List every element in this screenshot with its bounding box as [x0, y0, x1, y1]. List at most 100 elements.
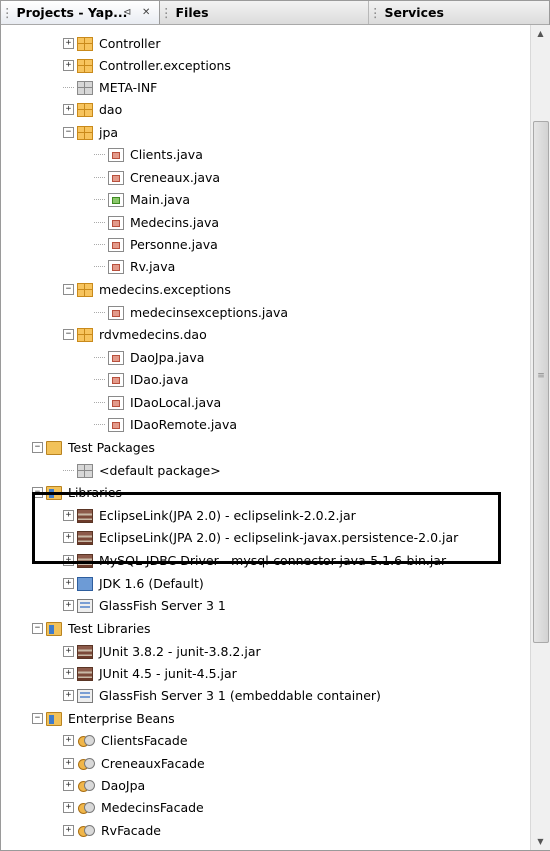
tree-node-label: Test Packages [68, 440, 155, 455]
libraries-highlight-box [32, 492, 501, 564]
tree-node-label: medecins.exceptions [99, 282, 231, 297]
tree-node[interactable]: medecinsexceptions.java [94, 302, 288, 323]
tree-node-label: MedecinsFacade [101, 800, 204, 815]
package-icon [77, 327, 93, 342]
tree-node[interactable]: + GlassFish Server 3 1 [63, 595, 226, 616]
expand-icon[interactable]: + [63, 780, 74, 791]
bean-icon [77, 733, 95, 749]
vertical-scrollbar[interactable]: ▲ ≡ ▼ [530, 25, 550, 850]
tree-node[interactable]: + DaoJpa [63, 775, 145, 796]
tree-node[interactable]: + Controller.exceptions [63, 55, 231, 76]
expand-icon[interactable]: + [63, 690, 74, 701]
tree-node[interactable]: + MedecinsFacade [63, 797, 204, 818]
collapse-icon[interactable]: − [63, 127, 74, 138]
tab-services[interactable]: ⋮ Services [369, 1, 549, 24]
scroll-up-button[interactable]: ▲ [531, 25, 550, 42]
expand-icon[interactable]: + [63, 668, 74, 679]
expand-icon[interactable]: + [63, 38, 74, 49]
tree-connector [94, 357, 105, 358]
bean-icon [77, 778, 95, 794]
tree-node[interactable]: Creneaux.java [94, 167, 220, 188]
tree-node[interactable]: + GlassFish Server 3 1 (embeddable contai… [63, 685, 381, 706]
tree-node-label: META-INF [99, 80, 158, 95]
collapse-icon[interactable]: − [63, 284, 74, 295]
tree-node[interactable]: IDaoRemote.java [94, 414, 237, 435]
tree-node-label: Test Libraries [68, 621, 151, 636]
collapse-icon[interactable]: − [32, 442, 43, 453]
scroll-thumb[interactable]: ≡ [533, 121, 549, 643]
expand-icon[interactable]: + [63, 825, 74, 836]
tree-node[interactable]: − medecins.exceptions [63, 279, 231, 300]
tab-files[interactable]: ⋮ Files [160, 1, 369, 24]
tree-node-label: Controller.exceptions [99, 58, 231, 73]
tab-bar: ⋮ Projects - Yap... ⊲ ✕ ⋮ Files ⋮ Services [1, 1, 549, 25]
tree-node[interactable]: + dao [63, 99, 122, 120]
tree-node-label: dao [99, 102, 123, 117]
tree-connector [63, 87, 74, 88]
tree-node-label: rdvmedecins.dao [99, 327, 207, 342]
tree-node-label: ClientsFacade [101, 733, 188, 748]
tab-projects[interactable]: ⋮ Projects - Yap... ⊲ ✕ [1, 1, 160, 24]
package-icon [77, 36, 93, 51]
tree-node[interactable]: IDaoLocal.java [94, 392, 221, 413]
expand-icon[interactable]: + [63, 104, 74, 115]
expand-icon[interactable]: + [63, 802, 74, 813]
tree-node[interactable]: + ClientsFacade [63, 730, 188, 751]
tree-node[interactable]: IDao.java [94, 369, 189, 390]
tree-node[interactable]: Personne.java [94, 234, 218, 255]
expand-icon[interactable]: + [63, 600, 74, 611]
tree-connector [94, 402, 105, 403]
package-icon [77, 58, 93, 73]
tree-node[interactable]: + JUnit 3.8.2 - junit-3.8.2.jar [63, 641, 261, 662]
minimize-icon[interactable]: ⊲ [123, 1, 131, 24]
tree-node-label: JDK 1.6 (Default) [99, 576, 204, 591]
scroll-down-button[interactable]: ▼ [531, 833, 550, 850]
tree-node-label: GlassFish Server 3 1 [99, 598, 226, 613]
tree-connector [94, 266, 105, 267]
tree-node[interactable]: Medecins.java [94, 212, 219, 233]
collapse-icon[interactable]: − [63, 329, 74, 340]
collapse-icon[interactable]: − [32, 713, 43, 724]
tree-connector [94, 312, 105, 313]
tree-node[interactable]: − Test Packages [32, 437, 155, 458]
close-icon[interactable]: ✕ [142, 1, 150, 24]
package-icon [77, 125, 93, 140]
expand-icon[interactable]: + [63, 646, 74, 657]
expand-icon[interactable]: + [63, 60, 74, 71]
tree-node[interactable]: + CreneauxFacade [63, 753, 205, 774]
tree-connector [94, 199, 105, 200]
jar-icon [77, 666, 93, 681]
bean-icon [77, 800, 95, 816]
tree-node[interactable]: − rdvmedecins.dao [63, 324, 207, 345]
java-file-icon [108, 259, 124, 274]
tree-node[interactable]: + JUnit 4.5 - junit-4.5.jar [63, 663, 237, 684]
tree-connector [94, 379, 105, 380]
tree-node[interactable]: − Test Libraries [32, 618, 151, 639]
tree-node[interactable]: − jpa [63, 122, 118, 143]
tree-node[interactable]: DaoJpa.java [94, 347, 204, 368]
tree-node[interactable]: Clients.java [94, 144, 203, 165]
tree-node[interactable]: + Controller [63, 33, 161, 54]
tree-node-label: DaoJpa.java [130, 350, 205, 365]
collapse-icon[interactable]: − [32, 623, 43, 634]
tree-node-label: Rv.java [130, 259, 176, 274]
tree-node-label: IDaoRemote.java [130, 417, 238, 432]
tree-node-label: Controller [99, 36, 161, 51]
package-icon [77, 102, 93, 117]
expand-icon[interactable]: + [63, 578, 74, 589]
tree-node[interactable]: Rv.java [94, 256, 175, 277]
expand-icon[interactable]: + [63, 758, 74, 769]
tree-node[interactable]: Main.java [94, 189, 190, 210]
tree-node-label: jpa [99, 125, 119, 140]
tree-node[interactable]: + RvFacade [63, 820, 161, 841]
bean-icon [77, 823, 95, 839]
tree-node[interactable]: − Enterprise Beans [32, 708, 175, 729]
expand-icon[interactable]: + [63, 735, 74, 746]
tree-node-label: Main.java [130, 192, 191, 207]
tree-connector [94, 244, 105, 245]
bean-icon [77, 756, 95, 772]
tree-node[interactable]: META-INF [63, 77, 157, 98]
tree-node[interactable]: + JDK 1.6 (Default) [63, 573, 204, 594]
server-icon [77, 598, 93, 613]
tree-node[interactable]: <default package> [63, 460, 221, 481]
